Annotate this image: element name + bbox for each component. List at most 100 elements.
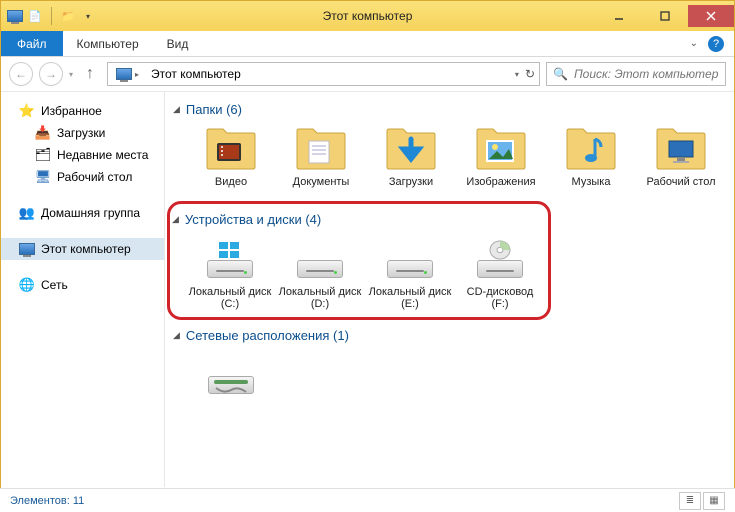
- close-button[interactable]: [688, 5, 734, 27]
- sidebar-label: Избранное: [41, 104, 102, 118]
- section-head-drives[interactable]: ◢Устройства и диски (4): [170, 208, 542, 231]
- drive-hdd-icon: [292, 235, 348, 283]
- search-box[interactable]: 🔍: [546, 62, 726, 86]
- sidebar-label: Загрузки: [57, 126, 105, 140]
- breadcrumb-label: Этот компьютер: [151, 67, 241, 81]
- folder-item-video[interactable]: Видео: [189, 125, 273, 189]
- qat-newfolder-icon[interactable]: 📁: [60, 8, 76, 24]
- qat-properties-icon[interactable]: 📄: [27, 8, 43, 24]
- sidebar-label: Недавние места: [57, 148, 148, 162]
- drive-item-c[interactable]: Локальный диск (C:): [188, 235, 272, 311]
- folders-grid: Видео Документы Загрузки Изображения Муз…: [171, 121, 726, 199]
- ribbon: Файл Компьютер Вид ⌄ ?: [1, 31, 734, 57]
- item-label: Изображения: [466, 176, 535, 189]
- drive-cd-icon: [472, 235, 528, 283]
- ribbon-file-tab[interactable]: Файл: [1, 31, 63, 56]
- drive-windows-icon: [202, 235, 258, 283]
- view-icons-button[interactable]: ▦: [703, 492, 725, 510]
- folder-music-icon: [563, 125, 619, 173]
- item-label: Документы: [293, 176, 350, 189]
- item-label: Рабочий стол: [646, 176, 715, 189]
- view-details-button[interactable]: ≣: [679, 492, 701, 510]
- drive-hdd-icon: [382, 235, 438, 283]
- item-label: Локальный диск (C:): [188, 286, 272, 311]
- sidebar-this-pc[interactable]: Этот компьютер: [1, 238, 164, 260]
- up-button[interactable]: ↑: [79, 63, 101, 85]
- folder-item-pictures[interactable]: Изображения: [459, 125, 543, 189]
- drives-grid: Локальный диск (C:) Локальный диск (D:) …: [170, 231, 542, 315]
- navigation-row: ← → ▾ ↑ ▸ Этот компьютер ▾ ↻ 🔍: [1, 57, 734, 91]
- sidebar-label: Рабочий стол: [57, 170, 132, 184]
- navigation-pane: ⭐ Избранное 📥 Загрузки 🗂 Недавние места 🖥 Ра…: [1, 92, 165, 487]
- item-label: Видео: [215, 176, 247, 189]
- drive-item-f[interactable]: CD-дисковод (F:): [458, 235, 542, 311]
- qat-customize-icon[interactable]: ▾: [80, 8, 96, 24]
- item-label: Локальный диск (E:): [368, 286, 452, 311]
- network-icon: 🌐: [19, 277, 35, 293]
- history-dropdown-icon[interactable]: ▾: [69, 70, 73, 79]
- desktop-icon: 🖥: [35, 169, 51, 185]
- sidebar-homegroup[interactable]: 👥 Домашняя группа: [1, 202, 164, 224]
- window-title: Этот компьютер: [323, 9, 413, 23]
- search-icon: 🔍: [553, 67, 568, 81]
- sidebar-label: Сеть: [41, 278, 68, 292]
- collapse-icon: ◢: [173, 104, 180, 115]
- sidebar-favorites-head[interactable]: ⭐ Избранное: [1, 100, 164, 122]
- sidebar-item-desktop[interactable]: 🖥 Рабочий стол: [1, 166, 164, 188]
- breadcrumb-root[interactable]: ▸: [112, 68, 143, 80]
- folder-item-downloads[interactable]: Загрузки: [369, 125, 453, 189]
- item-label: CD-дисковод (F:): [458, 286, 542, 311]
- address-bar[interactable]: ▸ Этот компьютер ▾ ↻: [107, 62, 540, 86]
- minimize-button[interactable]: [596, 5, 642, 27]
- drive-item-d[interactable]: Локальный диск (D:): [278, 235, 362, 311]
- section-title: Папки (6): [186, 102, 242, 117]
- ribbon-expand-icon[interactable]: ⌄: [690, 38, 698, 49]
- netloc-grid: [171, 347, 726, 409]
- annotation-highlight: ◢Устройства и диски (4) Локальный диск (…: [167, 201, 551, 320]
- status-text: Элементов: 11: [10, 495, 84, 507]
- help-icon[interactable]: ?: [708, 36, 724, 52]
- ribbon-tab-computer[interactable]: Компьютер: [63, 31, 153, 56]
- downloads-icon: 📥: [35, 125, 51, 141]
- section-head-folders[interactable]: ◢ Папки (6): [171, 98, 726, 121]
- netloc-item[interactable]: [189, 351, 273, 399]
- sidebar-label: Домашняя группа: [41, 206, 140, 220]
- ribbon-tab-view[interactable]: Вид: [153, 31, 203, 56]
- forward-button[interactable]: →: [39, 62, 63, 86]
- status-bar: Элементов: 11 ≣ ▦: [0, 488, 735, 512]
- folder-downloads-icon: [383, 125, 439, 173]
- chevron-down-icon[interactable]: ▾: [515, 70, 519, 79]
- star-icon: ⭐: [19, 103, 35, 119]
- item-label: Музыка: [572, 176, 611, 189]
- computer-icon: [19, 241, 35, 257]
- back-button[interactable]: ←: [9, 62, 33, 86]
- homegroup-icon: 👥: [19, 205, 35, 221]
- maximize-button[interactable]: [642, 5, 688, 27]
- sidebar-label: Этот компьютер: [41, 242, 131, 256]
- recent-icon: 🗂: [35, 147, 51, 163]
- folder-video-icon: [203, 125, 259, 173]
- window-titlebar: 📄 📁 ▾ Этот компьютер: [1, 1, 734, 31]
- section-head-netloc[interactable]: ◢Сетевые расположения (1): [171, 324, 726, 347]
- folder-item-documents[interactable]: Документы: [279, 125, 363, 189]
- chevron-right-icon: ▸: [135, 70, 139, 79]
- breadcrumb[interactable]: Этот компьютер: [147, 67, 245, 81]
- search-input[interactable]: [574, 67, 719, 81]
- item-label: Локальный диск (D:): [278, 286, 362, 311]
- content-pane: ◢ Папки (6) Видео Документы Загрузки Изоб…: [165, 92, 734, 487]
- item-label: Загрузки: [389, 176, 433, 189]
- folder-desktop-icon: [653, 125, 709, 173]
- sidebar-item-recent[interactable]: 🗂 Недавние места: [1, 144, 164, 166]
- drive-item-e[interactable]: Локальный диск (E:): [368, 235, 452, 311]
- collapse-icon: ◢: [172, 214, 179, 225]
- separator: [51, 7, 52, 25]
- section-title: Сетевые расположения (1): [186, 328, 349, 343]
- refresh-icon[interactable]: ↻: [525, 67, 535, 81]
- folder-item-music[interactable]: Музыка: [549, 125, 633, 189]
- computer-icon: [116, 68, 132, 80]
- sidebar-network[interactable]: 🌐 Сеть: [1, 274, 164, 296]
- folder-item-desktop[interactable]: Рабочий стол: [639, 125, 723, 189]
- sidebar-item-downloads[interactable]: 📥 Загрузки: [1, 122, 164, 144]
- folder-documents-icon: [293, 125, 349, 173]
- system-menu-icon[interactable]: [7, 8, 23, 24]
